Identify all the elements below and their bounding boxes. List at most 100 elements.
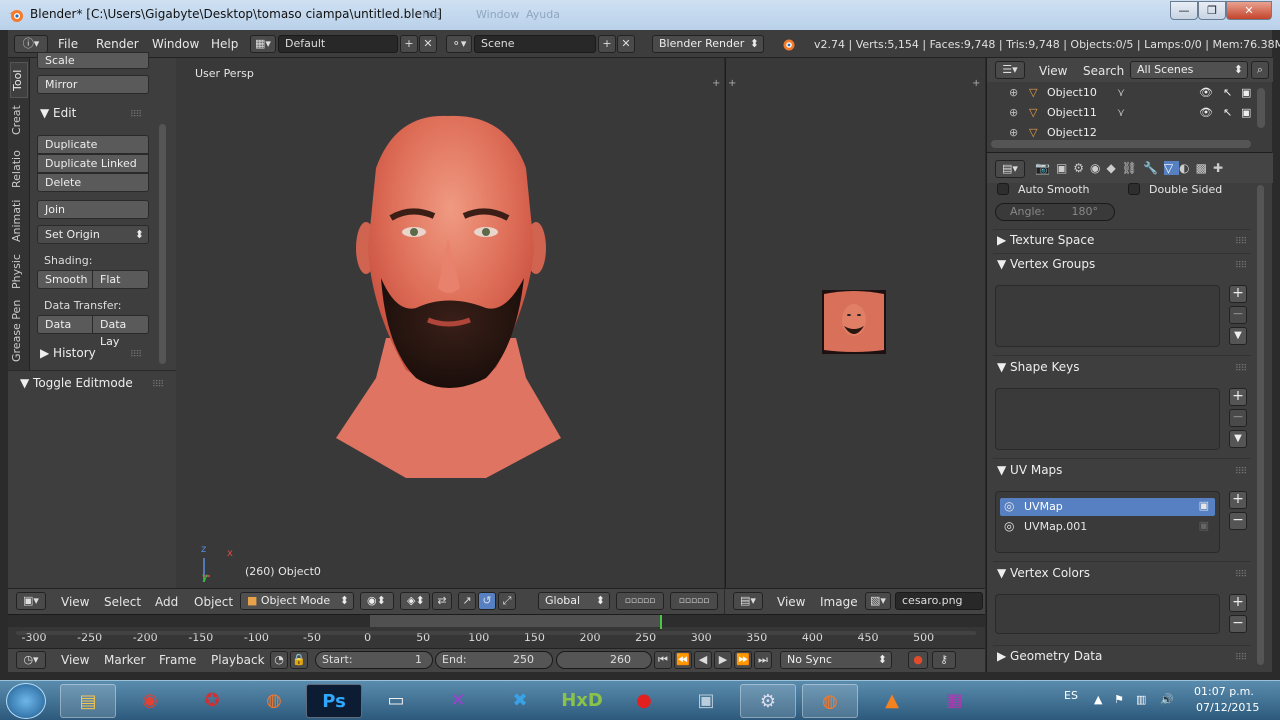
taskbar-vlc-icon[interactable]: ▲ [864, 684, 920, 718]
editor-type-image-icon[interactable]: ▤▾ [733, 592, 763, 610]
tray-flag-icon[interactable]: ⚑ [1114, 693, 1124, 706]
scale-button[interactable]: Scale [37, 52, 149, 69]
scale-manipulator-icon[interactable]: ⤢ [498, 592, 516, 610]
tool-shelf-scrollbar[interactable] [159, 124, 166, 364]
manipulator-icon[interactable]: ⇄ [432, 592, 452, 610]
geometry-data-header[interactable]: ▶ Geometry Data [997, 649, 1102, 663]
scene-field[interactable]: Scene [474, 35, 596, 53]
expand-icon[interactable]: ⊕ [1009, 86, 1018, 99]
tab-physics[interactable]: Physic [10, 250, 28, 294]
shape-key-specials-button[interactable]: ▼ [1229, 430, 1247, 448]
menu-object[interactable]: Object [194, 595, 233, 609]
tab-grease-pencil[interactable]: Grease Pen [10, 298, 28, 364]
edit-panel-header[interactable]: ▼ Edit [40, 106, 76, 120]
sync-mode-select[interactable]: No Sync ⬍ [780, 651, 892, 669]
shape-keys-header[interactable]: ▼ Shape Keys [997, 360, 1079, 374]
selectable-cursor-icon[interactable]: ↖ [1223, 86, 1232, 99]
jump-end-icon[interactable]: ⏭ [754, 651, 772, 669]
record-icon[interactable]: ● [908, 651, 928, 669]
language-indicator[interactable]: ES [1064, 689, 1078, 702]
vertex-groups-header[interactable]: ▼ Vertex Groups [997, 257, 1095, 271]
uv-image-editor[interactable]: + + [725, 58, 985, 588]
menu-uv-view[interactable]: View [777, 595, 805, 609]
jump-prev-keyframe-icon[interactable]: ⏪ [674, 651, 692, 669]
editor-type-timeline-icon[interactable]: ◷▾ [16, 651, 46, 669]
properties-scrollbar[interactable] [1257, 185, 1264, 665]
panel-grip-icon[interactable]: ⠿⠿ [130, 350, 142, 360]
menu-add[interactable]: Add [155, 595, 178, 609]
taskbar-xmind-icon[interactable]: ✕ [430, 684, 486, 718]
play-icon[interactable]: ▶ [714, 651, 732, 669]
add-shape-key-button[interactable]: + [1229, 388, 1247, 406]
flat-button[interactable]: Flat [92, 270, 149, 289]
texture-space-header[interactable]: ▶ Texture Space [997, 233, 1094, 247]
add-uv-map-button[interactable]: + [1229, 491, 1247, 509]
menu-playback[interactable]: Playback [211, 653, 265, 667]
taskbar-blender-active-icon[interactable]: ◍ [802, 684, 858, 718]
uv-map-item-active[interactable]: ◎ UVMap ▣ [1000, 498, 1215, 516]
outliner-v-scrollbar[interactable] [1257, 88, 1265, 128]
editor-type-outliner-icon[interactable]: ☰▾ [995, 61, 1025, 79]
add-layout-icon[interactable]: + [400, 35, 418, 53]
add-vertex-group-button[interactable]: + [1229, 285, 1247, 303]
duplicate-button[interactable]: Duplicate [37, 135, 149, 154]
tab-tool[interactable]: Tool [10, 62, 28, 98]
render-camera-icon[interactable]: ▣ [1241, 86, 1251, 99]
visibility-eye-icon[interactable]: 👁 [1199, 86, 1213, 99]
smooth-button[interactable]: Smooth [37, 270, 93, 289]
menu-frame[interactable]: Frame [159, 653, 196, 667]
outliner-row[interactable]: ⊕ ▽ Object12 [987, 126, 1257, 138]
panel-grip-icon[interactable]: ⠿⠿ [1235, 653, 1247, 663]
play-reverse-icon[interactable]: ◀ [694, 651, 712, 669]
vertex-groups-list[interactable] [995, 285, 1220, 347]
mesh-data-tab-icon[interactable]: ▽ [1163, 161, 1180, 175]
interaction-mode-select[interactable]: ■ Object Mode ⬍ [240, 592, 354, 610]
image-browse-icon[interactable]: ▧▾ [865, 592, 891, 610]
panel-grip-icon[interactable]: ⠿⠿ [1235, 364, 1247, 374]
remove-uv-map-button[interactable]: − [1229, 512, 1247, 530]
menu-window[interactable]: Window [152, 37, 199, 51]
mirror-button[interactable]: Mirror [37, 75, 149, 94]
double-sided-checkbox[interactable] [1128, 183, 1140, 195]
render-camera-icon[interactable]: ▣ [1241, 106, 1251, 119]
menu-select[interactable]: Select [104, 595, 141, 609]
outliner-row[interactable]: ⊕ ▽ Object10 ⋎ 👁 ↖ ▣ [987, 86, 1257, 106]
transform-orientation-select[interactable]: Global ⬍ [538, 592, 610, 610]
panel-grip-icon[interactable]: ⠿⠿ [1235, 237, 1247, 247]
uv-maps-list[interactable]: ◎ UVMap ▣ ◎ UVMap.001 ▣ [995, 491, 1220, 553]
image-name-field[interactable]: cesaro.png [895, 592, 983, 610]
uv-map-item[interactable]: ◎ UVMap.001 ▣ [1000, 518, 1215, 536]
corner-split-icon[interactable]: + [728, 78, 736, 89]
remove-vertex-group-button[interactable]: − [1229, 306, 1247, 324]
lock-icon[interactable]: 🔒 [290, 651, 308, 669]
uv-maps-header[interactable]: ▼ UV Maps [997, 463, 1062, 477]
vertex-colors-header[interactable]: ▼ Vertex Colors [997, 566, 1090, 580]
taskbar-winrar-icon[interactable]: ▦ [926, 684, 982, 718]
tab-create[interactable]: Creat [10, 100, 28, 140]
taskbar-explorer-icon[interactable]: ▤ [60, 684, 116, 718]
menu-file[interactable]: File [58, 37, 78, 51]
pivot-point-select[interactable]: ◈⬍ [400, 592, 430, 610]
vertex-colors-list[interactable] [995, 594, 1220, 634]
tab-animation[interactable]: Animati [10, 198, 28, 244]
join-button[interactable]: Join [37, 200, 149, 219]
jump-start-icon[interactable]: ⏮ [654, 651, 672, 669]
close-window-button[interactable]: ✕ [1226, 1, 1272, 20]
screen-layout-icon[interactable]: ▦▾ [250, 35, 276, 53]
delete-button[interactable]: Delete [37, 173, 149, 192]
expand-icon[interactable]: ⊕ [1009, 126, 1018, 138]
data-layout-button[interactable]: Data Lay [92, 315, 149, 348]
start-frame-field[interactable]: Start: 1 [315, 651, 433, 669]
render-camera-icon[interactable]: ▣ [1199, 499, 1209, 512]
menu-outliner-view[interactable]: View [1039, 64, 1067, 78]
toggle-editmode-header[interactable]: ▼ Toggle Editmode [20, 376, 133, 390]
expand-icon[interactable]: ⊕ [1009, 106, 1018, 119]
current-frame-marker[interactable] [660, 615, 662, 629]
panel-grip-icon[interactable]: ⠿⠿ [152, 380, 164, 390]
taskbar-app-icon[interactable]: ✪ [184, 684, 240, 718]
remove-scene-icon[interactable]: ✕ [617, 35, 635, 53]
panel-grip-icon[interactable]: ⠿⠿ [1235, 570, 1247, 580]
corner-split-icon[interactable]: + [712, 78, 720, 89]
menu-marker[interactable]: Marker [104, 653, 145, 667]
auto-smooth-checkbox[interactable] [997, 183, 1009, 195]
